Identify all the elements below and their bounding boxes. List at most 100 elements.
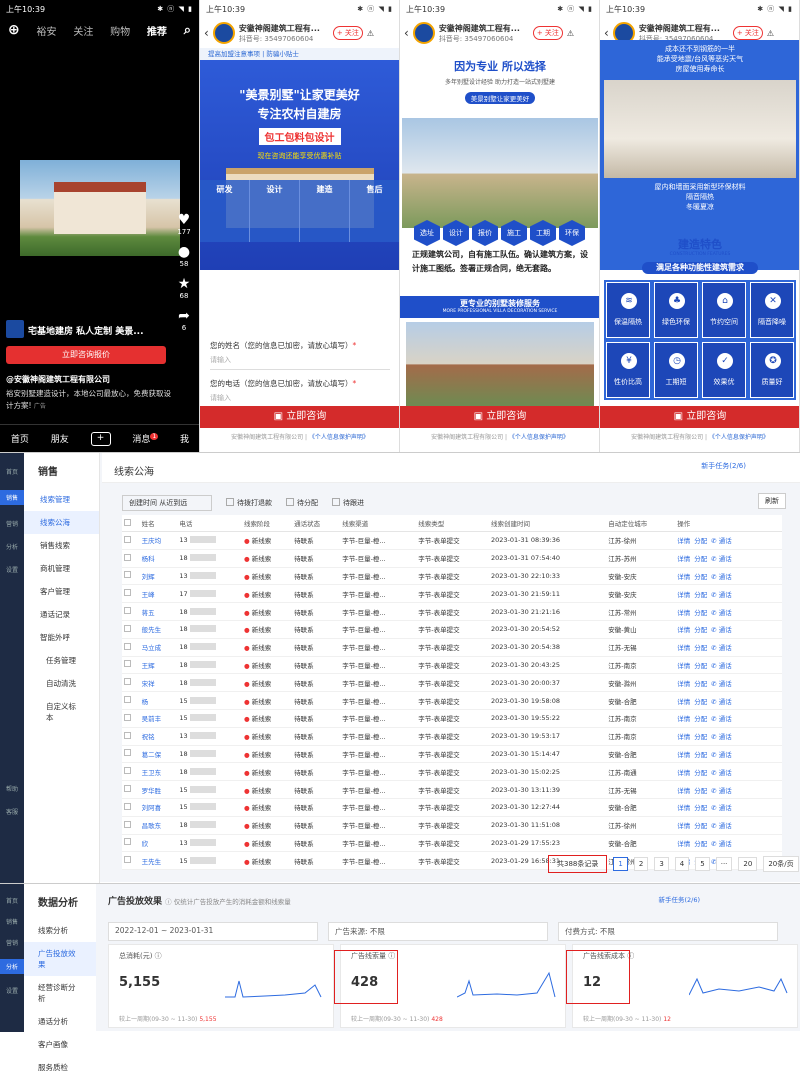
row-checkbox[interactable] xyxy=(122,727,140,746)
refresh-button[interactable]: 刷新 xyxy=(758,493,786,509)
detail-link[interactable]: 详情 xyxy=(677,537,690,545)
menu-auto-clean[interactable]: 自动清洗 xyxy=(24,672,99,695)
rail-marketing[interactable]: 营销 xyxy=(0,519,24,528)
company-logo[interactable] xyxy=(412,22,435,44)
table-row[interactable]: 罗华胜 15 ● 新线索 待联系 字节-巨量-橙... 字节-表单提交 2023-01-30… xyxy=(122,780,782,799)
table-row[interactable]: 王辉 18 ● 新线索 待联系 字节-巨量-橙... 字节-表单提交 2023-01-30 … xyxy=(122,656,782,675)
search-icon[interactable]: ⌕ xyxy=(184,23,191,38)
assign-link[interactable]: 分配 xyxy=(694,609,707,617)
checkbox[interactable] xyxy=(332,498,340,506)
menu-call-log[interactable]: 通话记录 xyxy=(24,603,99,626)
table-row[interactable]: 马立成 18 ● 新线索 待联系 字节-巨量-橙... 字节-表单提交 2023-01-30… xyxy=(122,638,782,657)
cell-name[interactable]: 欣 xyxy=(139,834,178,853)
row-checkbox[interactable] xyxy=(122,709,140,728)
assign-link[interactable]: 分配 xyxy=(694,662,707,670)
assign-link[interactable]: 分配 xyxy=(694,555,707,563)
cell-name[interactable]: 昌歌东 xyxy=(139,816,178,835)
row-checkbox[interactable] xyxy=(122,780,140,799)
row-checkbox[interactable] xyxy=(122,816,140,835)
nav-messages[interactable]: 消息 1 xyxy=(132,432,159,445)
call-link[interactable]: ✆ 通话 xyxy=(711,822,736,830)
detail-link[interactable]: 详情 xyxy=(677,715,690,723)
privacy-link[interactable]: 《个人信息保护声明》 xyxy=(709,434,769,441)
assign-link[interactable]: 分配 xyxy=(694,840,707,848)
checkbox[interactable] xyxy=(226,498,234,506)
cell-name[interactable]: 宋祥 xyxy=(139,673,178,693)
cell-name[interactable]: 蒋五 xyxy=(139,602,178,621)
back-icon[interactable]: ‹ xyxy=(604,26,609,40)
consult-button[interactable]: ▣ 立即咨询 xyxy=(200,406,399,428)
detail-link[interactable]: 详情 xyxy=(677,662,690,670)
menu-qa[interactable]: 服务质检 xyxy=(24,1056,96,1079)
page-4[interactable]: 4 xyxy=(674,857,690,871)
select-all[interactable] xyxy=(122,515,140,532)
menu-customers[interactable]: 客户管理 xyxy=(24,580,99,603)
detail-link[interactable]: 详情 xyxy=(677,609,690,617)
call-link[interactable]: ✆ 通话 xyxy=(711,804,736,812)
call-link[interactable]: ✆ 通话 xyxy=(711,787,736,795)
assign-link[interactable]: 分配 xyxy=(694,822,707,830)
detail-link[interactable]: 详情 xyxy=(677,626,690,634)
newbie-task-button[interactable]: 新手任务(2/6) xyxy=(658,894,700,904)
menu-smart-call[interactable]: 智能外呼 xyxy=(24,626,99,649)
detail-link[interactable]: 详情 xyxy=(677,769,690,777)
cell-name[interactable]: 刘阿喜 xyxy=(139,798,178,817)
comment-button[interactable]: ● 58 xyxy=(172,244,196,268)
detail-link[interactable]: 详情 xyxy=(677,591,690,599)
row-checkbox[interactable] xyxy=(122,584,140,604)
assign-link[interactable]: 分配 xyxy=(694,680,707,688)
assign-link[interactable]: 分配 xyxy=(694,787,707,795)
assign-link[interactable]: 分配 xyxy=(694,644,707,652)
row-checkbox[interactable] xyxy=(122,567,140,586)
table-row[interactable]: 宋祥 18 ● 新线索 待联系 字节-巨量-橙... 字节-表单提交 2023-01-30 … xyxy=(122,673,782,693)
row-checkbox[interactable] xyxy=(122,798,140,817)
filter-unassigned[interactable]: 待分配 xyxy=(286,498,318,508)
cell-name[interactable]: 王峰 xyxy=(139,584,178,604)
filter-followup[interactable]: 待跟进 xyxy=(332,498,364,508)
page-ellipsis[interactable]: ··· xyxy=(715,857,733,871)
cell-name[interactable]: 刘辉 xyxy=(139,567,178,586)
call-link[interactable]: ✆ 通话 xyxy=(711,537,736,545)
call-link[interactable]: ✆ 通话 xyxy=(711,698,736,706)
assign-link[interactable]: 分配 xyxy=(694,804,707,812)
cell-name[interactable]: 王辉 xyxy=(139,656,178,675)
nav-home[interactable]: 首页 xyxy=(11,432,29,445)
menu-diagnosis[interactable]: 经营诊断分析 xyxy=(24,976,96,1010)
detail-link[interactable]: 详情 xyxy=(677,680,690,688)
consult-button[interactable]: ▣ 立即咨询 xyxy=(400,406,599,428)
menu-ad-effect[interactable]: 广告投放效果 xyxy=(24,942,96,976)
assign-link[interactable]: 分配 xyxy=(694,573,707,581)
rail-sales[interactable]: 销售 xyxy=(0,490,24,505)
rail-analytics[interactable]: 分析 xyxy=(0,542,24,551)
row-checkbox[interactable] xyxy=(122,691,140,710)
menu-custom[interactable]: 自定义标本 xyxy=(24,695,99,729)
cell-name[interactable]: 祝铭 xyxy=(139,727,178,746)
privacy-link[interactable]: 《个人信息保护声明》 xyxy=(509,434,569,441)
table-row[interactable]: 般先生 18 ● 新线索 待联系 字节-巨量-橙... 字节-表单提交 2023-01-30… xyxy=(122,620,782,639)
ad-title[interactable]: 宅基地建房 私人定制 美景... xyxy=(28,324,144,337)
call-link[interactable]: ✆ 通话 xyxy=(711,840,736,848)
detail-link[interactable]: 详情 xyxy=(677,573,690,581)
account-name[interactable]: @安徽神阁建筑工程有限公司 xyxy=(6,374,110,385)
date-range-picker[interactable]: 2022-12-01 ~ 2023-01-31 xyxy=(108,922,318,941)
cell-name[interactable]: 吴前丰 xyxy=(139,709,178,728)
cell-name[interactable]: 杨 xyxy=(139,691,178,710)
star-button[interactable]: ★ 68 xyxy=(172,276,196,300)
call-link[interactable]: ✆ 通话 xyxy=(711,626,736,634)
follow-button[interactable]: + 关注 xyxy=(332,26,363,40)
page-1[interactable]: 1 xyxy=(613,857,628,871)
cell-name[interactable]: 葛二保 xyxy=(139,745,178,764)
sort-select[interactable]: 创建时间 从近到远 xyxy=(122,495,212,511)
assign-link[interactable]: 分配 xyxy=(694,626,707,634)
report-icon[interactable]: ⚠ xyxy=(767,29,774,38)
company-logo[interactable] xyxy=(212,22,235,44)
menu-lead-analysis[interactable]: 线索分析 xyxy=(24,919,96,942)
row-checkbox[interactable] xyxy=(122,638,140,657)
page-5[interactable]: 5 xyxy=(695,857,710,871)
assign-link[interactable]: 分配 xyxy=(694,537,707,545)
nav-friends[interactable]: 朋友 xyxy=(51,432,69,445)
row-checkbox[interactable] xyxy=(122,762,140,782)
cell-name[interactable]: 王先生 xyxy=(139,851,178,871)
back-icon[interactable]: ‹ xyxy=(204,26,209,40)
rail-settings[interactable]: 设置 xyxy=(0,986,24,995)
